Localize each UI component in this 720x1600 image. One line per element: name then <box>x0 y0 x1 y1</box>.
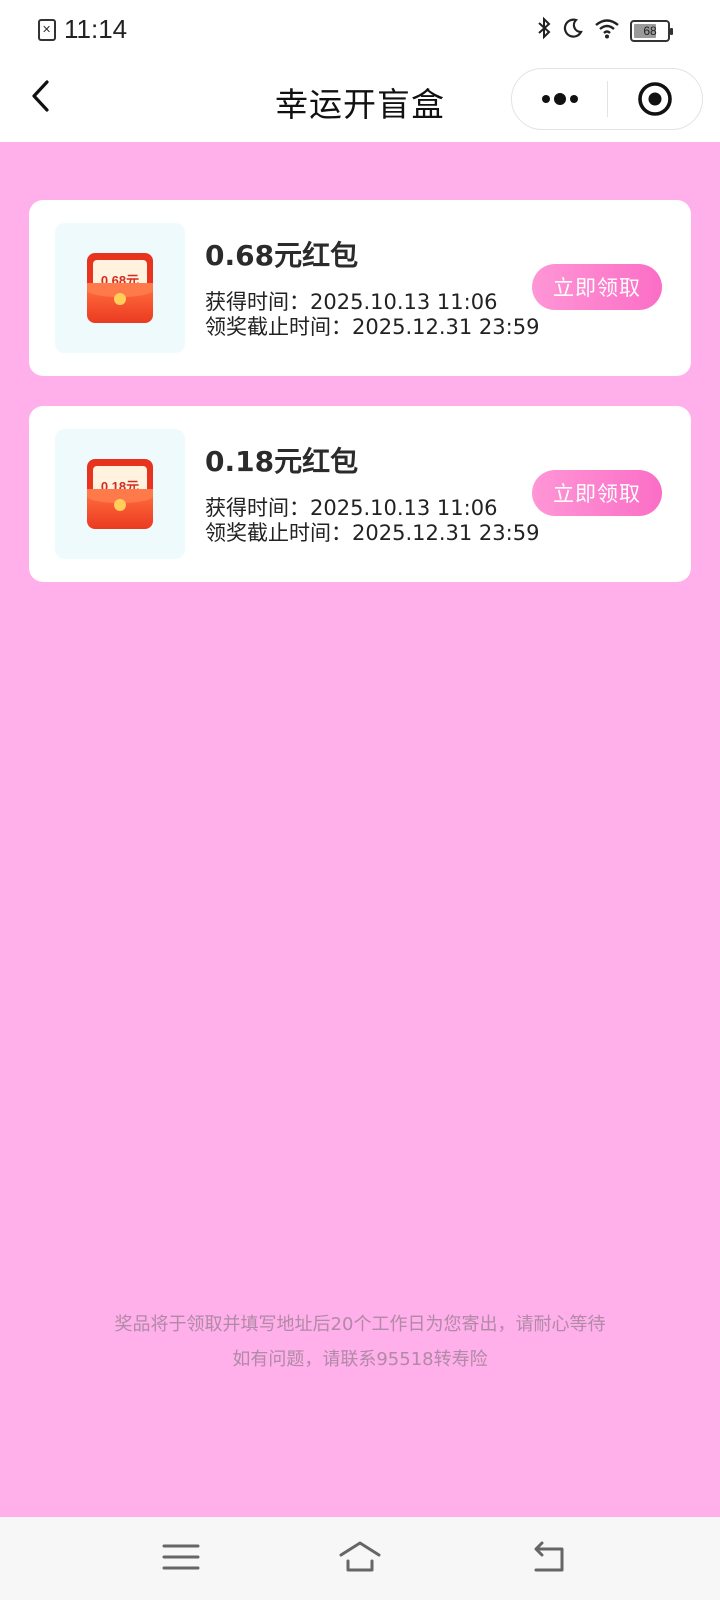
claim-button[interactable]: 立即领取 <box>532 264 662 310</box>
status-time: 11:14 <box>64 14 128 44</box>
home-button[interactable] <box>338 1537 382 1577</box>
prize-card: 0.18元 0.18元红包 获得时间：2025.10.13 11:06 领奖截止… <box>29 406 691 582</box>
wifi-icon <box>594 17 620 45</box>
claim-deadline: 领奖截止时间：2025.12.31 23:59 <box>205 315 540 339</box>
moon-icon <box>562 17 584 45</box>
more-icon <box>541 93 578 105</box>
red-envelope-icon: 0.68元 <box>87 253 153 323</box>
home-icon <box>339 1541 381 1572</box>
shipping-notice: 奖品将于领取并填写地址后20个工作日为您寄出，请耐心等待 <box>114 1314 606 1335</box>
close-mini-program-icon <box>638 82 672 116</box>
recent-apps-button[interactable] <box>159 1537 203 1577</box>
mini-program-capsule <box>511 68 703 130</box>
nav-bar: 幸运开盲盒 <box>0 56 720 142</box>
prize-title: 0.18元红包 <box>205 445 359 478</box>
prize-title: 0.68元红包 <box>205 239 359 272</box>
system-nav-bar <box>0 1517 720 1600</box>
claim-deadline: 领奖截止时间：2025.12.31 23:59 <box>205 521 540 545</box>
contact-notice: 如有问题，请联系95518转寿险 <box>232 1349 488 1370</box>
battery-icon: 68 <box>630 20 673 42</box>
status-right: 68 <box>536 16 673 46</box>
bluetooth-icon <box>536 16 552 46</box>
prize-thumbnail: 0.18元 <box>55 429 185 559</box>
battery-level: 68 <box>643 24 657 38</box>
more-button[interactable] <box>512 68 607 130</box>
red-envelope-icon: 0.18元 <box>87 459 153 529</box>
status-bar: 11:14 68 <box>0 0 720 56</box>
claim-button[interactable]: 立即领取 <box>532 470 662 516</box>
menu-icon <box>162 1544 200 1570</box>
status-left: 11:14 <box>38 14 127 45</box>
back-nav-icon <box>534 1541 564 1572</box>
prize-thumbnail: 0.68元 <box>55 223 185 353</box>
sim-error-icon <box>38 18 56 41</box>
close-mini-program-button[interactable] <box>608 68 702 130</box>
system-back-button[interactable] <box>528 1537 572 1577</box>
prize-card: 0.68元 0.68元红包 获得时间：2025.10.13 11:06 领奖截止… <box>29 200 691 376</box>
